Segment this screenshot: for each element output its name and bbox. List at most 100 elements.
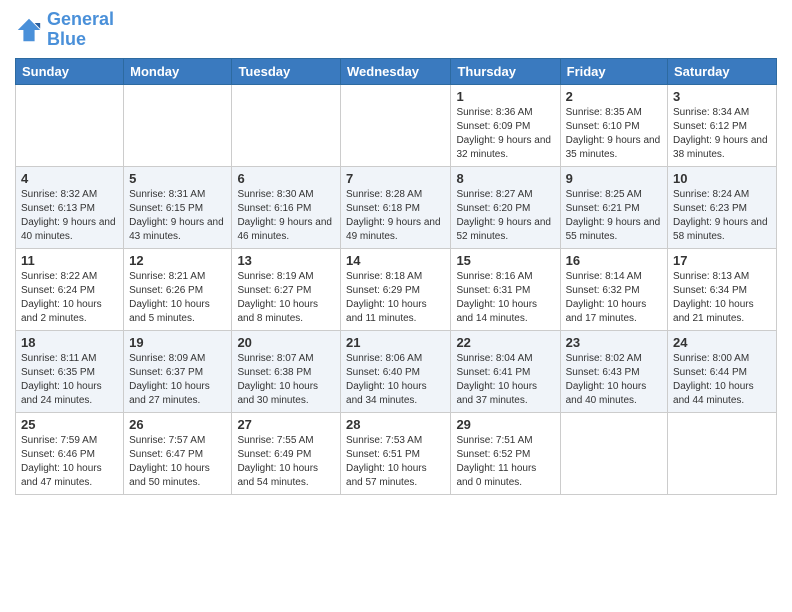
- day-number: 4: [21, 171, 118, 186]
- calendar-cell: [124, 84, 232, 166]
- day-number: 26: [129, 417, 226, 432]
- day-info: Sunrise: 8:35 AM Sunset: 6:10 PM Dayligh…: [566, 106, 662, 162]
- day-info: Sunrise: 7:57 AM Sunset: 6:47 PM Dayligh…: [129, 434, 226, 490]
- day-info: Sunrise: 8:16 AM Sunset: 6:31 PM Dayligh…: [456, 270, 554, 326]
- header: General Blue: [15, 10, 777, 50]
- calendar-cell: 6 Sunrise: 8:30 AM Sunset: 6:16 PM Daylig…: [232, 166, 341, 248]
- day-info: Sunrise: 8:36 AM Sunset: 6:09 PM Dayligh…: [456, 106, 554, 162]
- calendar-cell: 15 Sunrise: 8:16 AM Sunset: 6:31 PM Dayli…: [451, 248, 560, 330]
- day-number: 16: [566, 253, 662, 268]
- day-number: 12: [129, 253, 226, 268]
- day-number: 18: [21, 335, 118, 350]
- calendar-cell: 24 Sunrise: 8:00 AM Sunset: 6:44 PM Dayli…: [668, 330, 777, 412]
- calendar-cell: 5 Sunrise: 8:31 AM Sunset: 6:15 PM Daylig…: [124, 166, 232, 248]
- day-number: 3: [673, 89, 771, 104]
- calendar-cell: 28 Sunrise: 7:53 AM Sunset: 6:51 PM Dayli…: [341, 412, 451, 494]
- day-number: 10: [673, 171, 771, 186]
- calendar-cell: 23 Sunrise: 8:02 AM Sunset: 6:43 PM Dayli…: [560, 330, 667, 412]
- day-number: 6: [237, 171, 335, 186]
- calendar-cell: [668, 412, 777, 494]
- day-info: Sunrise: 8:19 AM Sunset: 6:27 PM Dayligh…: [237, 270, 335, 326]
- day-number: 22: [456, 335, 554, 350]
- calendar-cell: 25 Sunrise: 7:59 AM Sunset: 6:46 PM Dayli…: [16, 412, 124, 494]
- day-number: 29: [456, 417, 554, 432]
- day-info: Sunrise: 8:27 AM Sunset: 6:20 PM Dayligh…: [456, 188, 554, 244]
- calendar-cell: 17 Sunrise: 8:13 AM Sunset: 6:34 PM Dayli…: [668, 248, 777, 330]
- calendar-cell: 9 Sunrise: 8:25 AM Sunset: 6:21 PM Daylig…: [560, 166, 667, 248]
- calendar-cell: 11Sunrise: 8:22 AM Sunset: 6:24 PM Dayli…: [16, 248, 124, 330]
- page: General Blue SundayMondayTuesdayWednesda…: [0, 0, 792, 612]
- calendar-cell: 13 Sunrise: 8:19 AM Sunset: 6:27 PM Dayli…: [232, 248, 341, 330]
- calendar-cell: [341, 84, 451, 166]
- day-info: Sunrise: 8:24 AM Sunset: 6:23 PM Dayligh…: [673, 188, 771, 244]
- day-number: 8: [456, 171, 554, 186]
- day-info: Sunrise: 7:51 AM Sunset: 6:52 PM Dayligh…: [456, 434, 554, 490]
- day-info: Sunrise: 8:32 AM Sunset: 6:13 PM Dayligh…: [21, 188, 118, 244]
- calendar-table: SundayMondayTuesdayWednesdayThursdayFrid…: [15, 58, 777, 495]
- calendar-cell: 14 Sunrise: 8:18 AM Sunset: 6:29 PM Dayli…: [341, 248, 451, 330]
- day-info: Sunrise: 8:28 AM Sunset: 6:18 PM Dayligh…: [346, 188, 445, 244]
- calendar-cell: 4 Sunrise: 8:32 AM Sunset: 6:13 PM Daylig…: [16, 166, 124, 248]
- day-info: Sunrise: 8:25 AM Sunset: 6:21 PM Dayligh…: [566, 188, 662, 244]
- calendar-cell: 7 Sunrise: 8:28 AM Sunset: 6:18 PM Daylig…: [341, 166, 451, 248]
- calendar-cell: [16, 84, 124, 166]
- logo: General Blue: [15, 10, 114, 50]
- calendar-cell: 19 Sunrise: 8:09 AM Sunset: 6:37 PM Dayli…: [124, 330, 232, 412]
- calendar-cell: 2 Sunrise: 8:35 AM Sunset: 6:10 PM Daylig…: [560, 84, 667, 166]
- calendar-cell: 12 Sunrise: 8:21 AM Sunset: 6:26 PM Dayli…: [124, 248, 232, 330]
- day-info: Sunrise: 8:22 AM Sunset: 6:24 PM Dayligh…: [21, 270, 118, 326]
- day-info: Sunrise: 8:13 AM Sunset: 6:34 PM Dayligh…: [673, 270, 771, 326]
- day-info: Sunrise: 8:06 AM Sunset: 6:40 PM Dayligh…: [346, 352, 445, 408]
- day-header-tuesday: Tuesday: [232, 58, 341, 84]
- day-header-saturday: Saturday: [668, 58, 777, 84]
- calendar-header-row: SundayMondayTuesdayWednesdayThursdayFrid…: [16, 58, 777, 84]
- logo-text: General Blue: [47, 10, 114, 50]
- calendar-cell: 22Sunrise: 8:04 AM Sunset: 6:41 PM Dayli…: [451, 330, 560, 412]
- day-number: 7: [346, 171, 445, 186]
- day-number: 28: [346, 417, 445, 432]
- calendar-week-1: 4 Sunrise: 8:32 AM Sunset: 6:13 PM Daylig…: [16, 166, 777, 248]
- day-number: 15: [456, 253, 554, 268]
- day-number: 9: [566, 171, 662, 186]
- day-info: Sunrise: 8:07 AM Sunset: 6:38 PM Dayligh…: [237, 352, 335, 408]
- day-info: Sunrise: 8:11 AM Sunset: 6:35 PM Dayligh…: [21, 352, 118, 408]
- day-info: Sunrise: 8:14 AM Sunset: 6:32 PM Dayligh…: [566, 270, 662, 326]
- calendar-week-3: 18 Sunrise: 8:11 AM Sunset: 6:35 PM Dayli…: [16, 330, 777, 412]
- day-info: Sunrise: 8:31 AM Sunset: 6:15 PM Dayligh…: [129, 188, 226, 244]
- logo-icon: [15, 16, 43, 44]
- day-number: 14: [346, 253, 445, 268]
- day-info: Sunrise: 7:59 AM Sunset: 6:46 PM Dayligh…: [21, 434, 118, 490]
- day-info: Sunrise: 8:34 AM Sunset: 6:12 PM Dayligh…: [673, 106, 771, 162]
- day-number: 20: [237, 335, 335, 350]
- day-number: 17: [673, 253, 771, 268]
- day-number: 1: [456, 89, 554, 104]
- day-info: Sunrise: 8:30 AM Sunset: 6:16 PM Dayligh…: [237, 188, 335, 244]
- calendar-cell: 10 Sunrise: 8:24 AM Sunset: 6:23 PM Dayli…: [668, 166, 777, 248]
- calendar-week-4: 25 Sunrise: 7:59 AM Sunset: 6:46 PM Dayli…: [16, 412, 777, 494]
- calendar-cell: 20 Sunrise: 8:07 AM Sunset: 6:38 PM Dayli…: [232, 330, 341, 412]
- day-info: Sunrise: 8:02 AM Sunset: 6:43 PM Dayligh…: [566, 352, 662, 408]
- calendar-cell: 3 Sunrise: 8:34 AM Sunset: 6:12 PM Daylig…: [668, 84, 777, 166]
- calendar-cell: 26 Sunrise: 7:57 AM Sunset: 6:47 PM Dayli…: [124, 412, 232, 494]
- day-number: 24: [673, 335, 771, 350]
- day-info: Sunrise: 8:18 AM Sunset: 6:29 PM Dayligh…: [346, 270, 445, 326]
- day-header-thursday: Thursday: [451, 58, 560, 84]
- day-header-sunday: Sunday: [16, 58, 124, 84]
- day-number: 19: [129, 335, 226, 350]
- day-number: 21: [346, 335, 445, 350]
- day-info: Sunrise: 7:53 AM Sunset: 6:51 PM Dayligh…: [346, 434, 445, 490]
- day-header-monday: Monday: [124, 58, 232, 84]
- day-number: 2: [566, 89, 662, 104]
- day-header-friday: Friday: [560, 58, 667, 84]
- day-number: 13: [237, 253, 335, 268]
- calendar-week-2: 11Sunrise: 8:22 AM Sunset: 6:24 PM Dayli…: [16, 248, 777, 330]
- calendar-cell: 21 Sunrise: 8:06 AM Sunset: 6:40 PM Dayli…: [341, 330, 451, 412]
- calendar-cell: 29 Sunrise: 7:51 AM Sunset: 6:52 PM Dayli…: [451, 412, 560, 494]
- day-number: 23: [566, 335, 662, 350]
- day-number: 5: [129, 171, 226, 186]
- day-info: Sunrise: 8:21 AM Sunset: 6:26 PM Dayligh…: [129, 270, 226, 326]
- day-number: 25: [21, 417, 118, 432]
- day-info: Sunrise: 8:09 AM Sunset: 6:37 PM Dayligh…: [129, 352, 226, 408]
- day-info: Sunrise: 8:00 AM Sunset: 6:44 PM Dayligh…: [673, 352, 771, 408]
- calendar-cell: 16 Sunrise: 8:14 AM Sunset: 6:32 PM Dayli…: [560, 248, 667, 330]
